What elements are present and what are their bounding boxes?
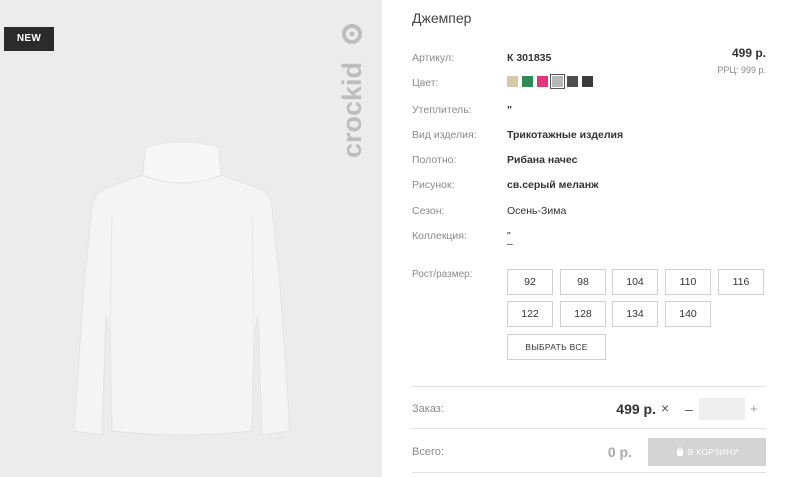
color-swatch[interactable]	[582, 76, 593, 87]
size-98-button[interactable]: 98	[560, 269, 606, 295]
collection-label: Коллекция:	[412, 230, 467, 242]
pattern-value: св.серый меланж	[507, 179, 599, 191]
size-140-button[interactable]: 140	[665, 301, 711, 327]
sizes-label: Рост/размер:	[412, 269, 473, 280]
insulation-label: Утеплитель:	[412, 104, 472, 116]
size-134-button[interactable]: 134	[612, 301, 658, 327]
insulation-value: "	[507, 104, 512, 116]
size-128-button[interactable]: 128	[560, 301, 606, 327]
color-swatch[interactable]	[537, 76, 548, 87]
season-value: Осень-Зима	[507, 205, 567, 217]
article-label: Артикул:	[412, 52, 455, 64]
recommended-retail-price: РРЦ: 999 р.	[717, 65, 766, 75]
select-all-button[interactable]: ВЫБРАТЬ ВСЕ	[507, 334, 606, 360]
divider	[412, 472, 766, 473]
product-price: 499 р.	[731, 46, 766, 60]
product-type-label: Вид изделия:	[412, 129, 477, 141]
order-price: 499 р.	[616, 401, 656, 417]
size-110-button[interactable]: 110	[665, 269, 711, 295]
turtleneck-image	[73, 141, 291, 436]
size-116-button[interactable]: 116	[718, 269, 764, 295]
svg-text:crockid: crockid	[337, 62, 367, 158]
brand-logo: crockid	[337, 24, 367, 158]
pattern-label: Рисунок:	[412, 179, 455, 191]
product-type-value: Трикотажные изделия	[507, 129, 624, 141]
clear-icon[interactable]: ×	[661, 400, 669, 416]
quantity-input[interactable]	[699, 398, 745, 420]
color-swatch[interactable]	[550, 74, 565, 89]
new-badge: NEW	[4, 27, 54, 51]
size-92-button[interactable]: 92	[507, 269, 553, 295]
size-122-button[interactable]: 122	[507, 301, 553, 327]
color-swatch[interactable]	[522, 76, 533, 87]
article-value: К 301835	[507, 52, 552, 64]
fabric-value: Рибана начес	[507, 154, 578, 166]
total-label: Всего:	[412, 446, 444, 458]
color-swatch[interactable]	[567, 76, 578, 87]
order-label: Заказ:	[412, 403, 444, 415]
season-label: Сезон:	[412, 205, 445, 217]
color-swatches	[507, 74, 593, 89]
fabric-label: Полотно:	[412, 154, 457, 166]
color-label: Цвет:	[412, 77, 439, 89]
collection-value-line2: –	[507, 238, 513, 250]
total-value: 0 р.	[607, 444, 632, 460]
size-104-button[interactable]: 104	[612, 269, 658, 295]
product-photo[interactable]: NEW crockid	[0, 0, 382, 477]
product-title: Джемпер	[412, 10, 472, 26]
add-to-cart-label: В КОРЗИНУ	[687, 447, 739, 457]
increase-quantity-button[interactable]: +	[750, 401, 758, 416]
decrease-quantity-button[interactable]: –	[685, 401, 693, 417]
divider	[412, 428, 766, 429]
color-swatch[interactable]	[507, 76, 518, 87]
divider	[412, 386, 766, 387]
add-to-cart-button[interactable]: В КОРЗИНУ	[648, 438, 766, 466]
shopping-bag-icon	[676, 447, 683, 456]
